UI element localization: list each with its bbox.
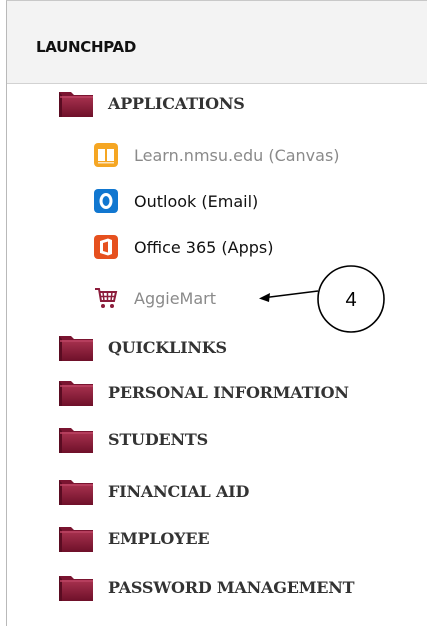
callout-number: 4 [345, 289, 357, 311]
callout-annotation [259, 265, 385, 333]
callout-arrow [261, 290, 319, 299]
